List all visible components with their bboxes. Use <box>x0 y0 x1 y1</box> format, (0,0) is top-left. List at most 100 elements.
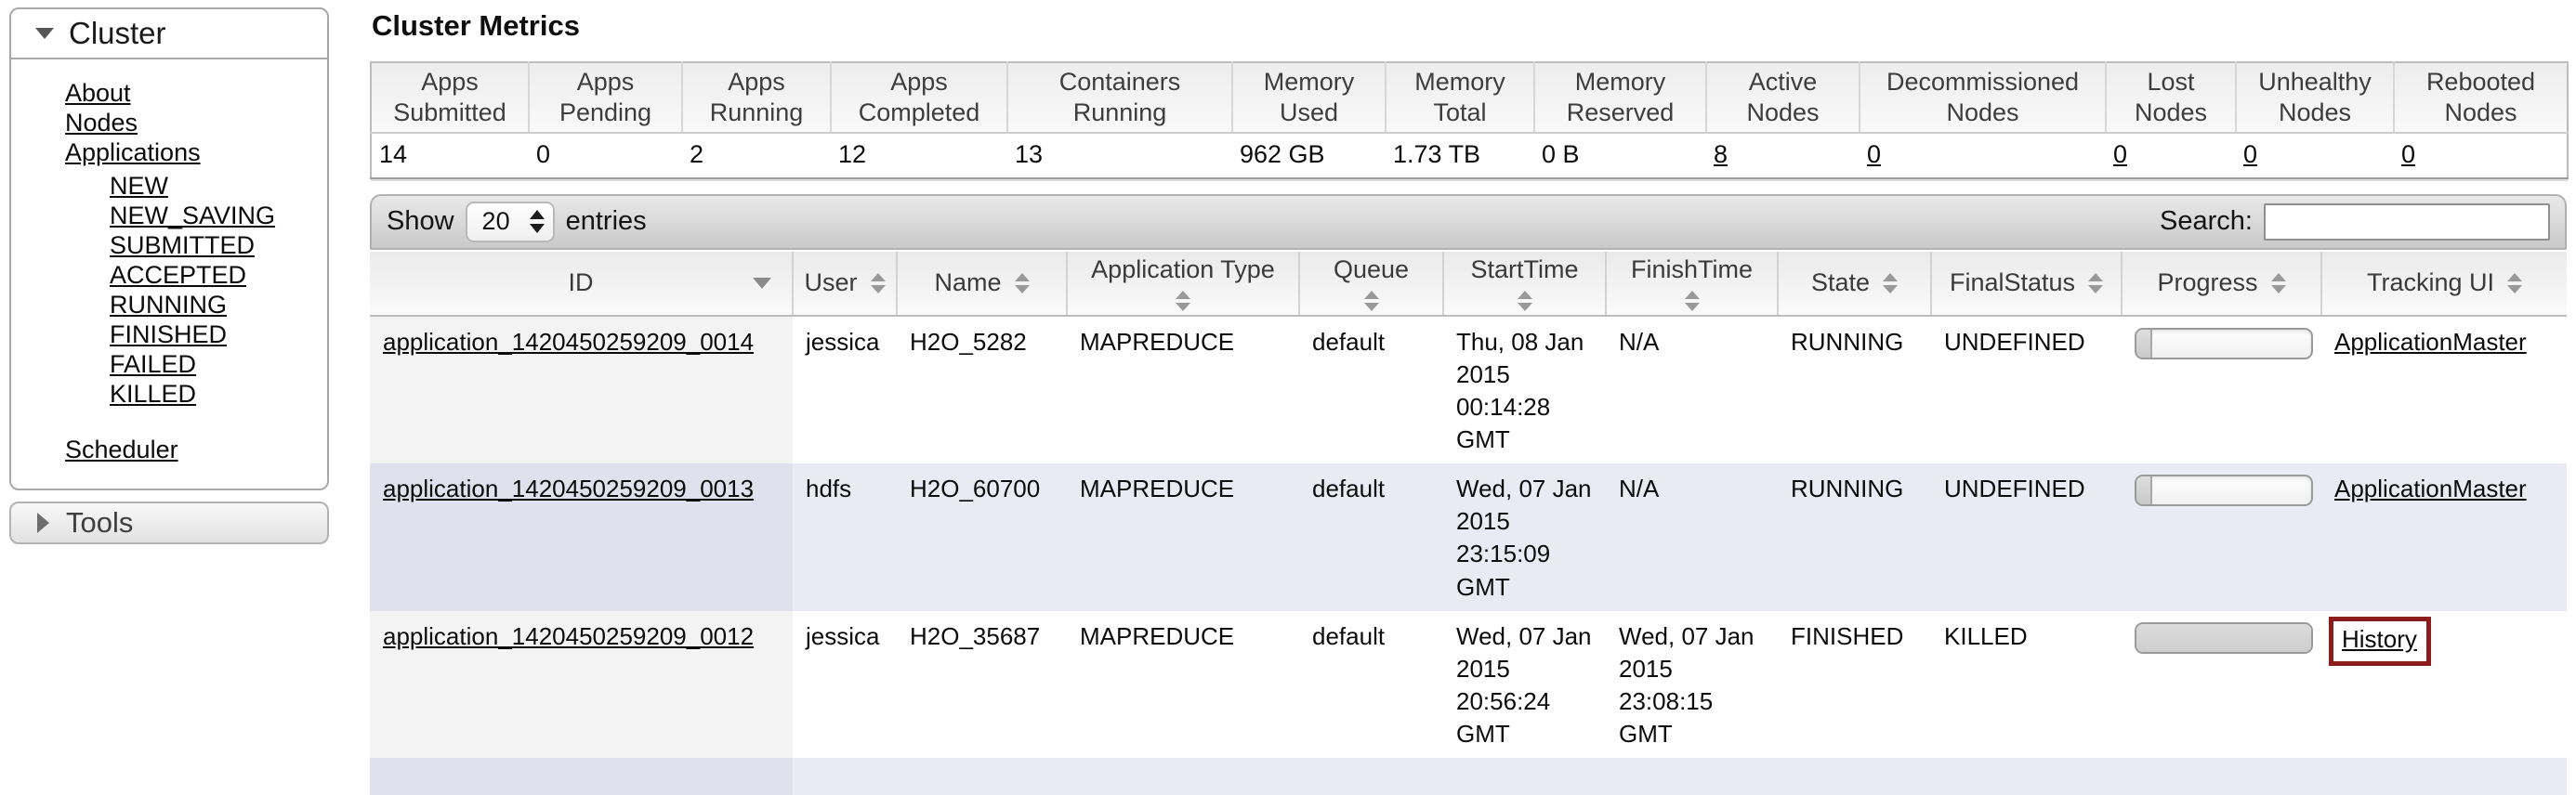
metrics-header-unhealthy-nodes: Unhealthy Nodes <box>2236 62 2394 133</box>
progress-bar <box>2135 328 2313 359</box>
sidebar-item-new-saving[interactable]: NEW_SAVING <box>110 202 275 229</box>
sort-icon <box>871 273 886 293</box>
metric-active-nodes-link[interactable]: 8 <box>1714 140 1728 168</box>
metrics-header-apps-completed: Apps Completed <box>831 62 1007 133</box>
cell-queue: default <box>1299 611 1443 758</box>
cell-name: H2O_60700 <box>897 463 1067 610</box>
column-header-finalstatus[interactable]: FinalStatus <box>1931 252 2122 316</box>
cell-finalstatus: UNDEFINED <box>1931 316 2122 463</box>
metric-unhealthy-nodes-link[interactable]: 0 <box>2243 140 2257 168</box>
metrics-header-apps-submitted: Apps Submitted <box>371 62 529 133</box>
application-row: application_1420450259209_0012 jessica H… <box>370 611 2567 758</box>
metric-containers-running: 13 <box>1007 133 1232 178</box>
metrics-header-row: Apps Submitted Apps Pending Apps Running… <box>371 62 2568 133</box>
sidebar-item-accepted[interactable]: ACCEPTED <box>110 261 246 289</box>
history-highlight-box: History <box>2329 617 2431 666</box>
application-id-link[interactable]: application_1420450259209_0013 <box>383 475 754 502</box>
table-controls-toolbar: Show 20 entries Search: <box>370 194 2567 250</box>
sidebar-item-finished[interactable]: FINISHED <box>110 320 227 348</box>
sidebar-item-killed[interactable]: KILLED <box>110 380 196 408</box>
progress-bar <box>2135 622 2313 654</box>
cell-name: H2O_35687 <box>897 611 1067 758</box>
scheduler-link-list: Scheduler <box>11 435 327 464</box>
entries-label: entries <box>566 206 647 237</box>
cell-finalstatus: UNDEFINED <box>1931 463 2122 610</box>
column-header-progress[interactable]: Progress <box>2122 252 2321 316</box>
tracking-ui-link[interactable]: History <box>2342 625 2417 653</box>
application-row-clipped <box>370 758 2567 795</box>
cell-application-type: MAPREDUCE <box>1067 316 1299 463</box>
column-header-id-label: ID <box>569 268 594 296</box>
column-header-tracking-ui[interactable]: Tracking UI <box>2321 252 2567 316</box>
select-stepper-icon <box>527 203 553 241</box>
progress-bar <box>2135 475 2313 506</box>
cell-user: hdfs <box>793 463 897 610</box>
cluster-nav-body: About Nodes Applications NEW NEW_SAVING … <box>11 59 327 489</box>
sidebar-item-running[interactable]: RUNNING <box>110 291 227 319</box>
metrics-header-apps-running: Apps Running <box>682 62 831 133</box>
metrics-header-apps-pending: Apps Pending <box>529 62 682 133</box>
sidebar-item-applications[interactable]: Applications <box>65 138 201 166</box>
tools-nav-header[interactable]: Tools <box>9 502 329 544</box>
metric-memory-reserved: 0 B <box>1534 133 1706 178</box>
tracking-ui-link[interactable]: ApplicationMaster <box>2334 475 2527 502</box>
tracking-ui-link[interactable]: ApplicationMaster <box>2334 328 2527 356</box>
metric-decommissioned-nodes-link[interactable]: 0 <box>1867 140 1881 168</box>
sort-icon <box>2507 273 2522 293</box>
sidebar-item-nodes[interactable]: Nodes <box>65 109 138 137</box>
application-row: application_1420450259209_0013 hdfs H2O_… <box>370 463 2567 610</box>
page-title: Cluster Metrics <box>372 9 2567 43</box>
cell-queue: default <box>1299 463 1443 610</box>
sidebar-item-new[interactable]: NEW <box>110 172 168 200</box>
cell-finalstatus: KILLED <box>1931 611 2122 758</box>
sidebar: Cluster About Nodes Applications NEW NEW… <box>9 7 329 544</box>
sidebar-item-scheduler[interactable]: Scheduler <box>65 436 178 463</box>
application-row: application_1420450259209_0014 jessica H… <box>370 316 2567 463</box>
cell-application-type: MAPREDUCE <box>1067 463 1299 610</box>
cluster-nav-header[interactable]: Cluster <box>11 9 327 59</box>
metrics-header-rebooted-nodes: Rebooted Nodes <box>2394 62 2568 133</box>
page-size-value: 20 <box>467 203 527 241</box>
application-id-link[interactable]: application_1420450259209_0014 <box>383 328 754 356</box>
metric-apps-completed: 12 <box>831 133 1007 178</box>
cell-user: jessica <box>793 611 897 758</box>
column-header-id[interactable]: ID <box>370 252 793 316</box>
metrics-header-memory-reserved: Memory Reserved <box>1534 62 1706 133</box>
cell-starttime: Wed, 07 Jan 2015 20:56:24 GMT <box>1443 611 1606 758</box>
metric-apps-pending: 0 <box>529 133 682 178</box>
column-header-queue[interactable]: Queue <box>1299 252 1443 316</box>
applications-header-row: ID User Name Application Type Queue <box>370 252 2567 316</box>
column-header-finishtime[interactable]: FinishTime <box>1606 252 1778 316</box>
search-input[interactable] <box>2264 203 2550 241</box>
column-header-name[interactable]: Name <box>897 252 1067 316</box>
metrics-header-memory-used: Memory Used <box>1232 62 1386 133</box>
sidebar-item-failed[interactable]: FAILED <box>110 350 196 378</box>
cell-application-type: MAPREDUCE <box>1067 611 1299 758</box>
metric-apps-submitted: 14 <box>371 133 529 178</box>
cell-finishtime: Wed, 07 Jan 2015 23:08:15 GMT <box>1606 611 1778 758</box>
cell-state: FINISHED <box>1778 611 1931 758</box>
metrics-header-containers-running: Containers Running <box>1007 62 1232 133</box>
metric-memory-used: 962 GB <box>1232 133 1386 178</box>
app-state-links: NEW NEW_SAVING SUBMITTED ACCEPTED RUNNIN… <box>11 171 327 409</box>
sidebar-item-about[interactable]: About <box>65 79 131 107</box>
application-id-link[interactable]: application_1420450259209_0012 <box>383 622 754 650</box>
metric-rebooted-nodes-link[interactable]: 0 <box>2401 140 2415 168</box>
cluster-nav-panel: Cluster About Nodes Applications NEW NEW… <box>9 7 329 490</box>
sort-icon <box>1176 291 1190 311</box>
cell-queue: default <box>1299 316 1443 463</box>
column-header-state[interactable]: State <box>1778 252 1931 316</box>
cluster-links: About Nodes Applications <box>11 78 327 167</box>
metric-lost-nodes-link[interactable]: 0 <box>2113 140 2127 168</box>
page-size-select[interactable]: 20 <box>466 202 555 242</box>
metrics-value-row: 14 0 2 12 13 962 GB 1.73 TB 0 B 8 0 0 0 … <box>371 133 2568 178</box>
applications-table: ID User Name Application Type Queue <box>370 252 2567 795</box>
sidebar-item-submitted[interactable]: SUBMITTED <box>110 231 255 259</box>
cell-name: H2O_5282 <box>897 316 1067 463</box>
column-header-starttime[interactable]: StartTime <box>1443 252 1606 316</box>
tools-nav-title: Tools <box>66 506 133 540</box>
metrics-header-active-nodes: Active Nodes <box>1706 62 1860 133</box>
column-header-user[interactable]: User <box>793 252 897 316</box>
column-header-application-type[interactable]: Application Type <box>1067 252 1299 316</box>
cell-state: RUNNING <box>1778 316 1931 463</box>
